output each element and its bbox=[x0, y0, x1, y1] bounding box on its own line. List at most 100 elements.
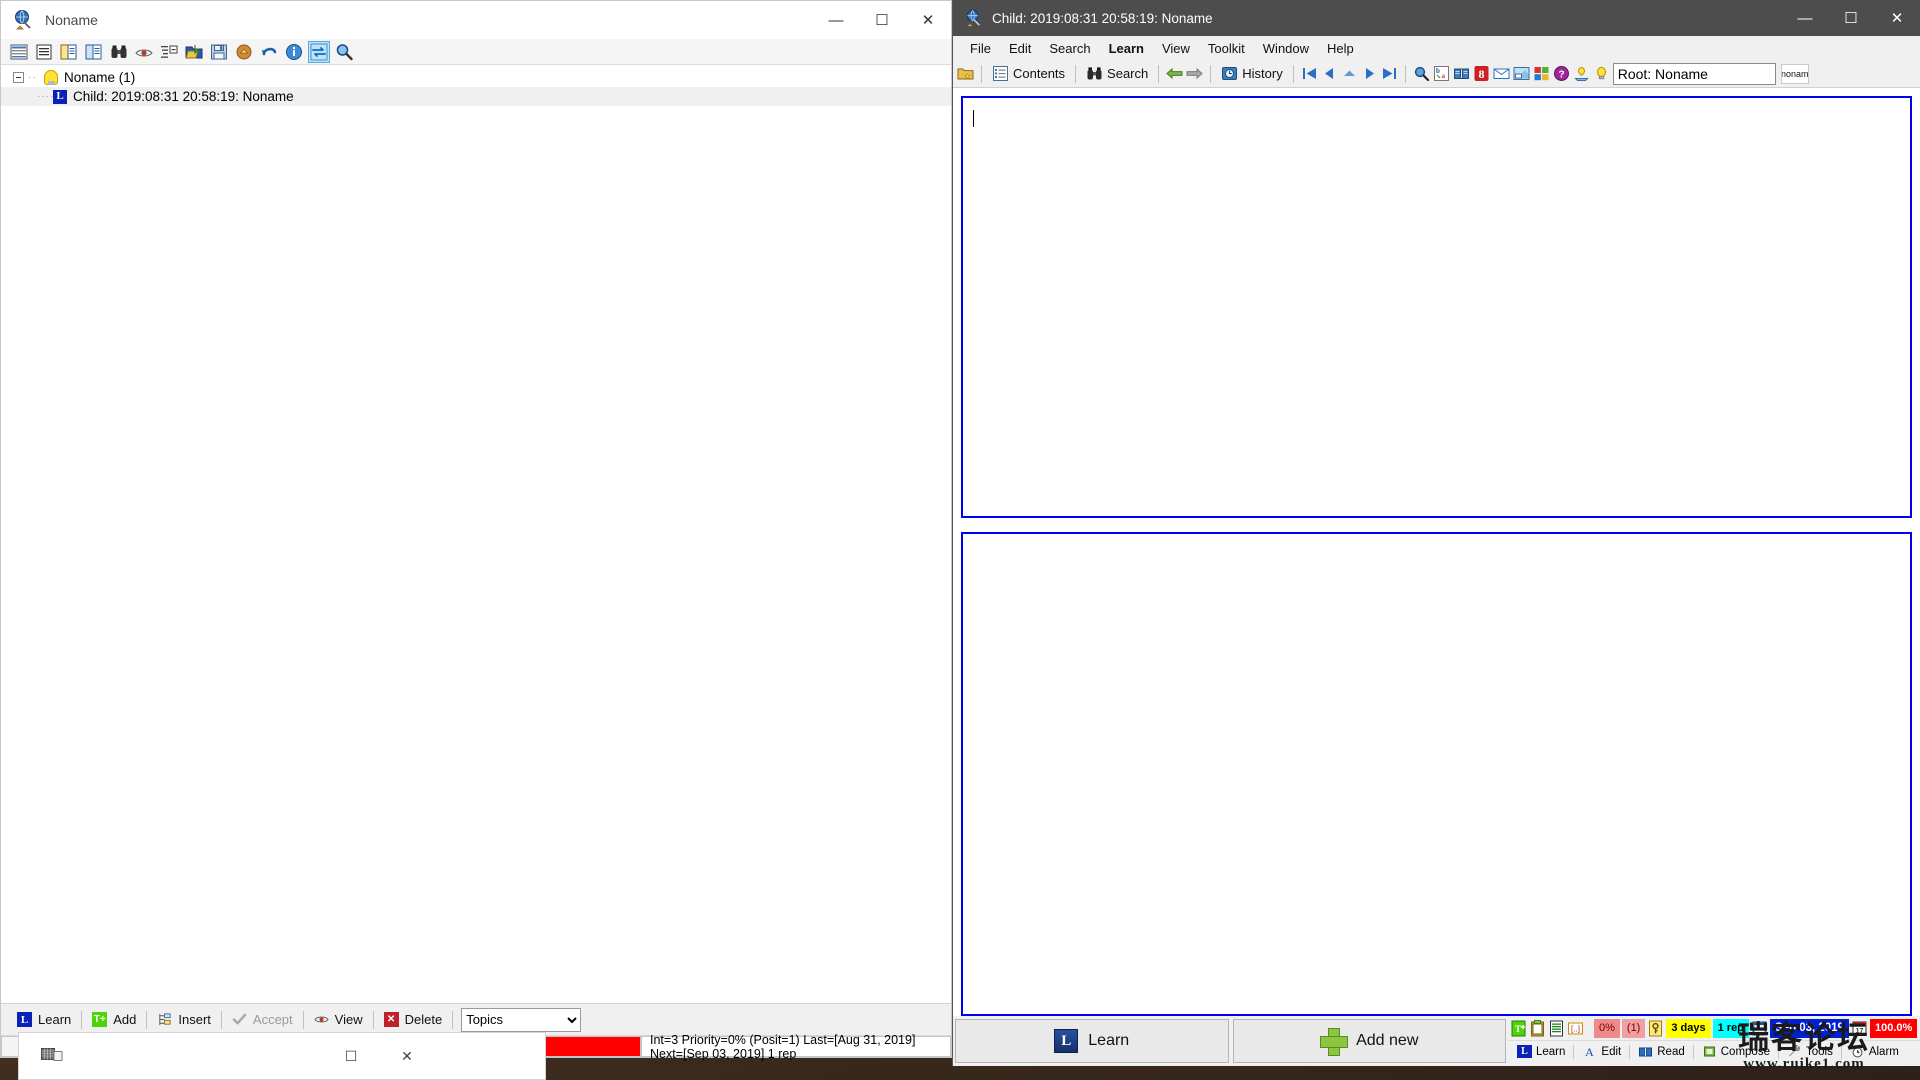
divider bbox=[1075, 64, 1077, 83]
info-icon[interactable] bbox=[284, 42, 304, 62]
badge-priority[interactable]: 0% bbox=[1594, 1018, 1620, 1038]
root-field[interactable] bbox=[1612, 62, 1776, 85]
left-close-button[interactable]: ✕ bbox=[905, 1, 951, 39]
right-minimize-button[interactable]: — bbox=[1782, 0, 1828, 36]
history-button[interactable]: History bbox=[1218, 62, 1285, 86]
learn-button[interactable]: L Learn bbox=[7, 1007, 81, 1033]
clipboard-icon[interactable] bbox=[1529, 1019, 1546, 1038]
topics-select[interactable]: TopicsItemsTasksAll bbox=[461, 1007, 582, 1032]
save-icon[interactable] bbox=[209, 42, 229, 62]
binoculars-icon[interactable] bbox=[109, 42, 129, 62]
undo-icon[interactable] bbox=[259, 42, 279, 62]
editor-area bbox=[953, 88, 1920, 1016]
watermark: 瑞客论坛 www.ruike1.com bbox=[1692, 1016, 1916, 1078]
export-folder-icon[interactable] bbox=[184, 42, 204, 62]
history-clock-icon bbox=[1221, 65, 1238, 82]
check-icon bbox=[232, 1012, 247, 1027]
idea-lamp-icon[interactable] bbox=[1573, 65, 1590, 82]
menu-help[interactable]: Help bbox=[1318, 39, 1363, 58]
add-new-button[interactable]: Add new bbox=[1232, 1019, 1506, 1063]
eye-icon bbox=[314, 1012, 329, 1027]
menu-search[interactable]: Search bbox=[1040, 39, 1099, 58]
right-toolbar: Contents Search History b a 8 ? Root: No… bbox=[953, 60, 1920, 88]
divider bbox=[1210, 64, 1212, 83]
insert-button[interactable]: Insert bbox=[147, 1007, 221, 1033]
delete-button[interactable]: ✕ Delete bbox=[374, 1007, 453, 1033]
right-menubar: File Edit Search Learn View Toolkit Wind… bbox=[953, 36, 1920, 60]
forward-arrow-icon[interactable] bbox=[1186, 65, 1203, 82]
edit-tab[interactable]: A Edit bbox=[1576, 1043, 1627, 1061]
tree-row-root[interactable]: ·· Noname (1) bbox=[1, 68, 951, 87]
menu-learn[interactable]: Learn bbox=[1100, 39, 1153, 58]
help-icon[interactable]: ? bbox=[1553, 65, 1570, 82]
contents-button[interactable]: Contents bbox=[989, 62, 1068, 86]
menu-file[interactable]: File bbox=[961, 39, 1000, 58]
menu-view[interactable]: View bbox=[1153, 39, 1199, 58]
last-icon[interactable] bbox=[1381, 65, 1398, 82]
menu-window[interactable]: Window bbox=[1254, 39, 1318, 58]
lightbulb-icon[interactable] bbox=[1593, 65, 1610, 82]
read-tab[interactable]: Read bbox=[1632, 1043, 1691, 1061]
right-close-button[interactable]: ✕ bbox=[1874, 0, 1920, 36]
peek-close-button[interactable]: ✕ bbox=[379, 1033, 435, 1079]
learn-L-icon: L bbox=[1054, 1029, 1079, 1053]
translate-icon[interactable]: b a bbox=[1433, 65, 1450, 82]
list-icon[interactable] bbox=[34, 42, 54, 62]
view-button[interactable]: View bbox=[304, 1007, 373, 1033]
brackets-icon[interactable]: [..] bbox=[1567, 1019, 1584, 1038]
dictionary-icon[interactable] bbox=[1453, 65, 1470, 82]
edit-tab-label: Edit bbox=[1601, 1045, 1622, 1058]
menu-toolkit[interactable]: Toolkit bbox=[1199, 39, 1254, 58]
learn-tab[interactable]: L Learn bbox=[1511, 1043, 1571, 1061]
font-A-icon: A bbox=[1582, 1045, 1597, 1058]
lightbulb-icon bbox=[44, 70, 58, 85]
divider bbox=[1629, 1044, 1631, 1059]
tree-row-child[interactable]: ···· L Child: 2019:08:31 20:58:19: Nonam… bbox=[1, 87, 951, 106]
duplicate-pages-icon[interactable] bbox=[84, 42, 104, 62]
left-minimize-button[interactable]: — bbox=[813, 1, 859, 39]
add-button[interactable]: T+ Add bbox=[82, 1007, 146, 1033]
prev-icon[interactable] bbox=[1321, 65, 1338, 82]
google-icon[interactable]: 8 bbox=[1473, 65, 1490, 82]
image-icon[interactable] bbox=[1513, 65, 1530, 82]
search-button[interactable]: Search bbox=[1083, 62, 1151, 86]
divider bbox=[1586, 1019, 1592, 1038]
windows-icon[interactable] bbox=[1533, 65, 1550, 82]
eye-icon[interactable] bbox=[134, 42, 154, 62]
back-arrow-icon[interactable] bbox=[1166, 65, 1183, 82]
accept-button[interactable]: Accept bbox=[222, 1007, 303, 1033]
globe-pen-icon bbox=[13, 9, 35, 31]
up-icon[interactable] bbox=[1341, 65, 1358, 82]
badge-reps-count[interactable]: (1) bbox=[1621, 1018, 1646, 1038]
text-lines-icon[interactable] bbox=[1548, 1019, 1565, 1038]
transfer-icon[interactable] bbox=[308, 40, 330, 63]
add-template-icon[interactable]: T bbox=[1510, 1019, 1527, 1038]
add-green-icon: T+ bbox=[92, 1012, 108, 1027]
left-window-titlebar: Noname — ☐ ✕ bbox=[1, 1, 951, 39]
learn-L-icon: L bbox=[53, 89, 67, 104]
folder-star-icon[interactable] bbox=[957, 65, 974, 82]
question-editor-panel[interactable] bbox=[961, 96, 1912, 518]
tree-dots: ·· bbox=[28, 72, 37, 83]
menu-edit[interactable]: Edit bbox=[1000, 39, 1040, 58]
peek-maximize-button[interactable]: ☐ bbox=[323, 1033, 379, 1079]
next-icon[interactable] bbox=[1361, 65, 1378, 82]
copy-pages-icon[interactable] bbox=[59, 42, 79, 62]
hexagon-icon[interactable] bbox=[234, 42, 254, 62]
history-label: History bbox=[1242, 66, 1283, 81]
topic-tree[interactable]: ·· Noname (1) ···· L Child: 2019:08:31 2… bbox=[1, 65, 951, 1003]
right-maximize-button[interactable]: ☐ bbox=[1828, 0, 1874, 36]
outline-icon[interactable] bbox=[159, 42, 179, 62]
mail-icon[interactable] bbox=[1493, 65, 1510, 82]
left-maximize-button[interactable]: ☐ bbox=[859, 1, 905, 39]
layout-icon[interactable] bbox=[9, 42, 29, 62]
collapse-toggle-icon[interactable] bbox=[13, 72, 24, 83]
left-window-toolbar bbox=[1, 39, 951, 65]
magnifier-icon[interactable] bbox=[334, 42, 354, 62]
first-icon[interactable] bbox=[1301, 65, 1318, 82]
key-icon[interactable] bbox=[1647, 1019, 1664, 1038]
learn-action-button[interactable]: L Learn bbox=[955, 1019, 1229, 1063]
magnifier-icon[interactable] bbox=[1413, 65, 1430, 82]
answer-editor-panel[interactable] bbox=[961, 532, 1912, 1016]
svg-text:A: A bbox=[1586, 1045, 1595, 1058]
